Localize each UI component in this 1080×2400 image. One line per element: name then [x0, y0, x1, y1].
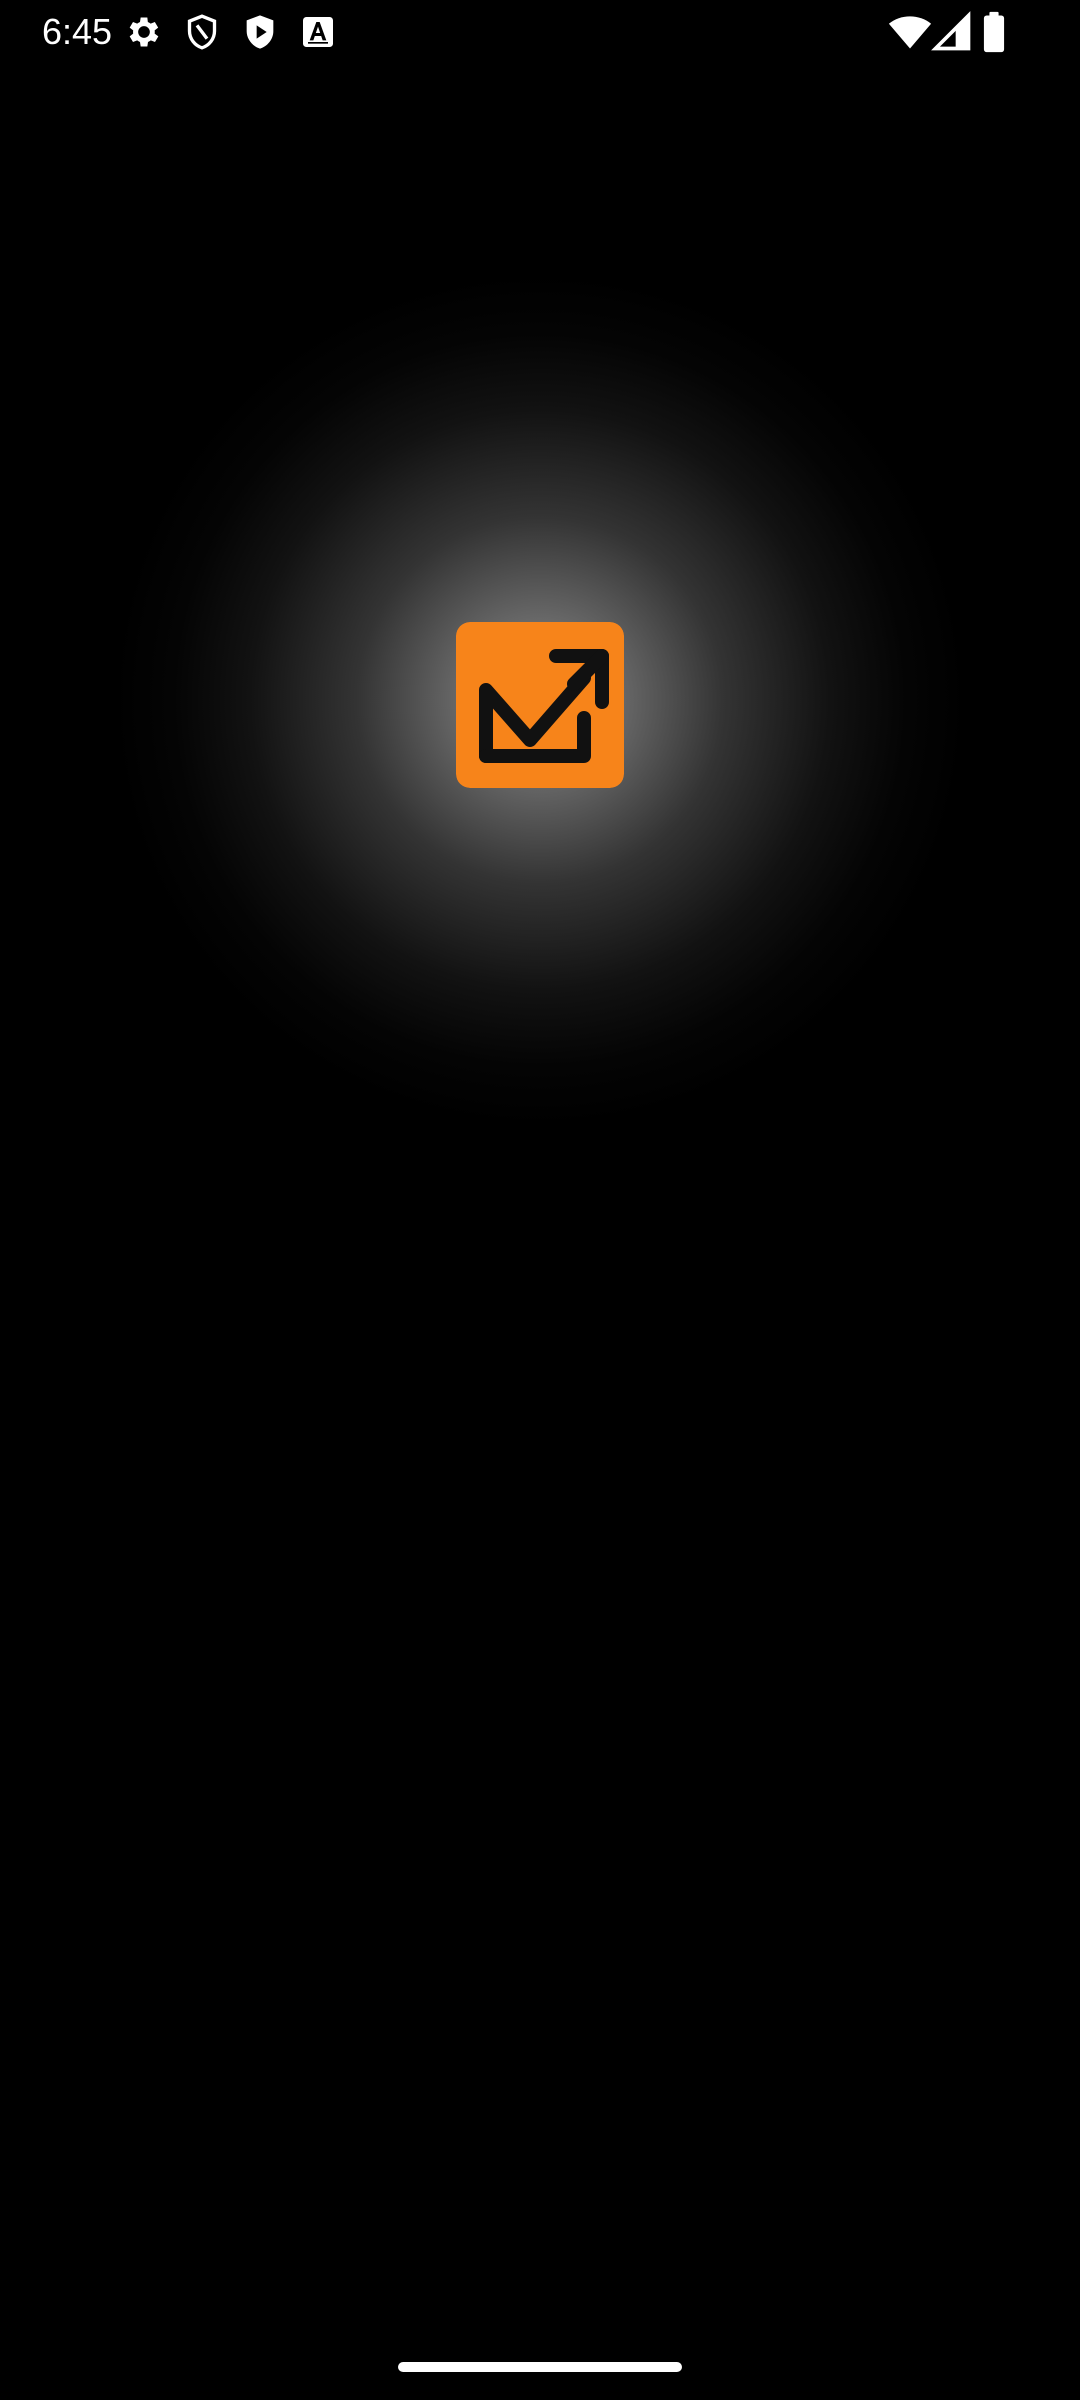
splash-screen: 6:45 — [0, 0, 1080, 2400]
mail-send-arrow-icon — [456, 622, 624, 788]
battery-icon — [980, 10, 1008, 54]
home-indicator[interactable] — [398, 2362, 682, 2372]
play-shield-icon — [240, 12, 280, 52]
cellular-signal-icon — [930, 10, 974, 54]
wifi-icon — [888, 10, 932, 54]
status-bar: 6:45 — [0, 0, 1080, 64]
shield-icon — [182, 12, 222, 52]
accessibility-a-icon — [298, 12, 338, 52]
status-time: 6:45 — [42, 11, 113, 52]
settings-icon — [124, 12, 164, 52]
